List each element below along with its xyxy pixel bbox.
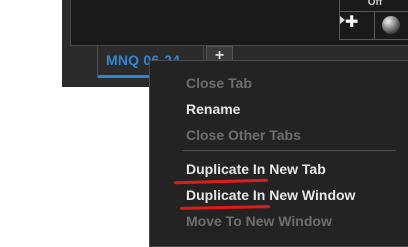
menu-item-duplicate-new-window[interactable]: Duplicate In New Window [186, 187, 355, 203]
menu-item-rename[interactable]: Rename [186, 101, 240, 117]
menu-item-duplicate-new-tab[interactable]: Duplicate In New Tab [186, 161, 326, 177]
grid-divider [374, 12, 375, 40]
chart-panel: Off ✚ [70, 0, 408, 46]
control-grid: Off ✚ [339, 0, 408, 40]
grid-header-label: Off [340, 0, 408, 12]
plus-icon[interactable]: ✚ [345, 15, 358, 31]
menu-item-close-other-tabs[interactable]: Close Other Tabs [186, 127, 301, 143]
tab-context-menu: Close Tab Rename Close Other Tabs Duplic… [149, 60, 408, 247]
screenshot-stage: Off ✚ MNQ 06-24 + Close Tab Rename Close… [0, 0, 408, 247]
menu-item-close-tab[interactable]: Close Tab [186, 75, 252, 91]
sphere-icon[interactable] [382, 16, 400, 34]
menu-item-move-new-window[interactable]: Move To New Window [186, 213, 332, 229]
menu-separator [182, 150, 396, 151]
grid-bottom-border [340, 39, 408, 40]
